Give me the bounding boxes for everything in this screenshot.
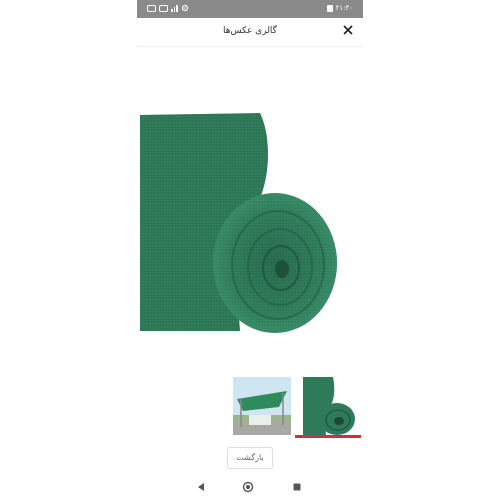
- main-product-image[interactable]: [140, 113, 340, 333]
- app-icon: [159, 4, 168, 12]
- settings-icon: [181, 4, 188, 12]
- system-nav-bar: [137, 475, 363, 500]
- recents-square-icon[interactable]: [290, 480, 304, 494]
- thumbnail-strip: [233, 375, 363, 440]
- gallery-header: گالری عکس‌ها: [137, 18, 363, 47]
- battery-icon: [326, 4, 333, 12]
- selected-thumbnail-indicator: [295, 435, 361, 438]
- status-bar: ۲۱:۴۰: [137, 0, 363, 18]
- page: ۲۱:۴۰ گالری عکس‌ها: [0, 0, 500, 500]
- status-time: ۲۱:۴۰: [335, 4, 353, 12]
- back-button[interactable]: بازگشت: [227, 447, 273, 469]
- back-triangle-icon[interactable]: [194, 480, 208, 494]
- signal-icon: [171, 4, 178, 12]
- thumbnail-shade-sail[interactable]: [233, 377, 291, 435]
- status-icons-left: [147, 4, 189, 12]
- thumbnail-mesh-roll[interactable]: [299, 377, 357, 435]
- page-title: گالری عکس‌ها: [223, 26, 277, 36]
- status-icons-right: ۲۱:۴۰: [326, 4, 353, 12]
- notification-icon: [147, 4, 156, 12]
- close-icon: [343, 25, 353, 35]
- close-button[interactable]: [341, 24, 355, 38]
- phone-screen: ۲۱:۴۰ گالری عکس‌ها: [137, 0, 363, 500]
- home-circle-icon[interactable]: [241, 480, 255, 494]
